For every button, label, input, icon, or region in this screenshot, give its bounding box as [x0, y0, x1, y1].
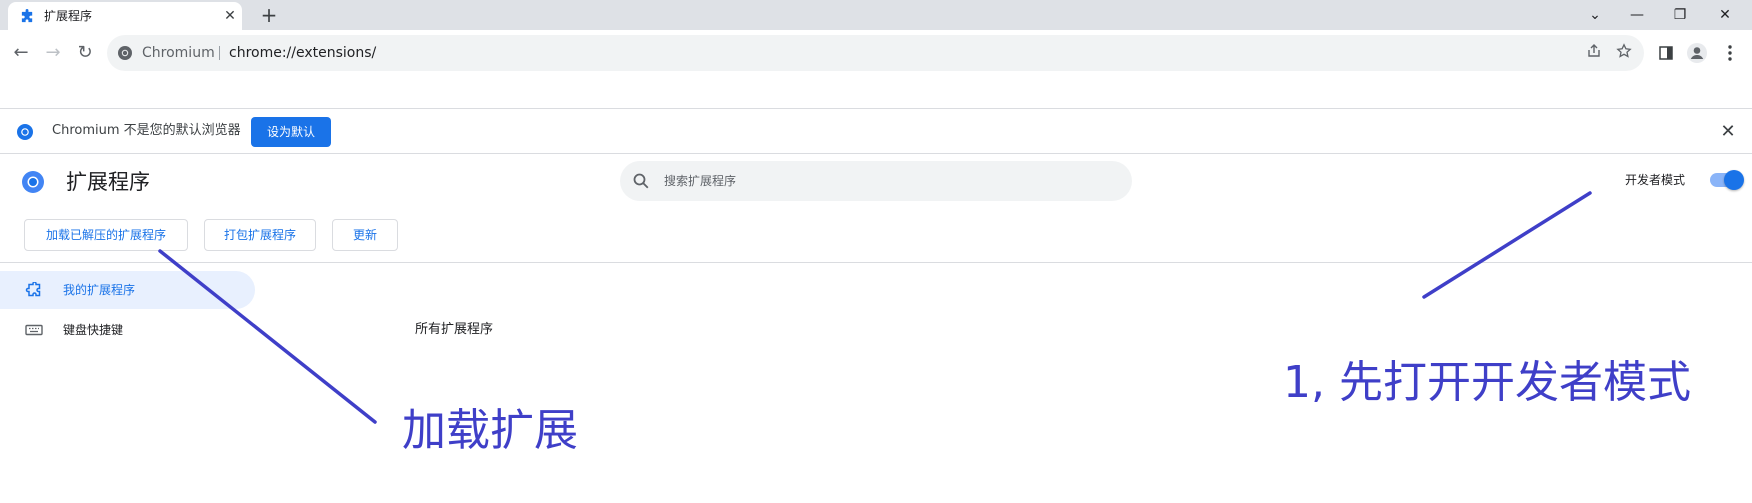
back-button[interactable]: ←: [10, 42, 32, 64]
keyboard-icon: [25, 322, 43, 338]
default-browser-infobar: Chromium 不是您的默认浏览器 设为默认 ✕: [0, 108, 1752, 154]
annotation-devmode-note: 1, 先打开开发者模式: [1283, 357, 1691, 408]
sidebar-item-label: 键盘快捷键: [63, 323, 124, 337]
extension-icon: [25, 281, 43, 298]
puzzle-icon: [20, 9, 35, 24]
tab-search-button[interactable]: ⌄: [1580, 4, 1610, 26]
developer-mode-label: 开发者模式: [1625, 173, 1686, 187]
tab-title: 扩展程序: [44, 9, 93, 23]
sidebar-item-label: 我的扩展程序: [63, 283, 136, 297]
chromium-logo: [21, 170, 45, 194]
search-input[interactable]: [664, 171, 1104, 191]
tab-close-icon[interactable]: ✕: [222, 8, 238, 24]
chromium-icon: [16, 123, 34, 141]
close-window-button[interactable]: ✕: [1710, 4, 1740, 26]
search-icon: [632, 172, 650, 190]
infobar-message: Chromium 不是您的默认浏览器: [52, 123, 241, 138]
update-button[interactable]: 更新: [332, 219, 398, 251]
page-title: 扩展程序: [66, 170, 150, 194]
site-name: Chromium: [142, 45, 215, 61]
search-box[interactable]: [620, 161, 1132, 201]
chromium-icon: [117, 45, 133, 61]
profile-icon[interactable]: [1686, 42, 1708, 64]
kebab-menu-icon[interactable]: [1719, 42, 1741, 64]
minimize-button[interactable]: —: [1622, 4, 1652, 26]
developer-mode-toggle[interactable]: [1710, 170, 1744, 190]
restore-button[interactable]: ❐: [1665, 4, 1695, 26]
new-tab-button[interactable]: +: [258, 5, 280, 27]
tab-strip: 扩展程序 ✕ + ⌄ — ❐ ✕: [0, 0, 1752, 30]
address-separator: [219, 46, 220, 60]
sidebar-item-keyboard-shortcuts[interactable]: 键盘快捷键: [0, 311, 255, 349]
load-unpacked-button[interactable]: 加载已解压的扩展程序: [24, 219, 188, 251]
address-bar[interactable]: Chromium chrome://extensions/: [107, 35, 1644, 71]
star-icon[interactable]: [1614, 43, 1634, 63]
infobar-close-icon[interactable]: ✕: [1718, 122, 1738, 142]
set-default-button[interactable]: 设为默认: [251, 117, 331, 147]
sidebar-item-my-extensions[interactable]: 我的扩展程序: [0, 271, 255, 309]
browser-window: 扩展程序 ✕ + ⌄ — ❐ ✕ ← → ↻ Chromium chrome:/…: [0, 0, 1752, 503]
url-text[interactable]: chrome://extensions/: [229, 44, 376, 62]
forward-button[interactable]: →: [42, 42, 64, 64]
pack-extension-button[interactable]: 打包扩展程序: [204, 219, 316, 251]
annotation-load-note: 加载扩展: [402, 405, 578, 456]
section-title: 所有扩展程序: [415, 322, 494, 337]
toggle-knob: [1724, 170, 1744, 190]
annotation-line-devmode: [1422, 191, 1592, 299]
reload-button[interactable]: ↻: [74, 42, 96, 64]
share-icon[interactable]: [1584, 43, 1604, 63]
tab-extensions[interactable]: 扩展程序 ✕: [8, 2, 242, 30]
browser-toolbar: ← → ↻ Chromium chrome://extensions/: [0, 30, 1752, 77]
toolbar-divider: [0, 262, 1752, 263]
side-panel-icon[interactable]: [1655, 42, 1677, 64]
